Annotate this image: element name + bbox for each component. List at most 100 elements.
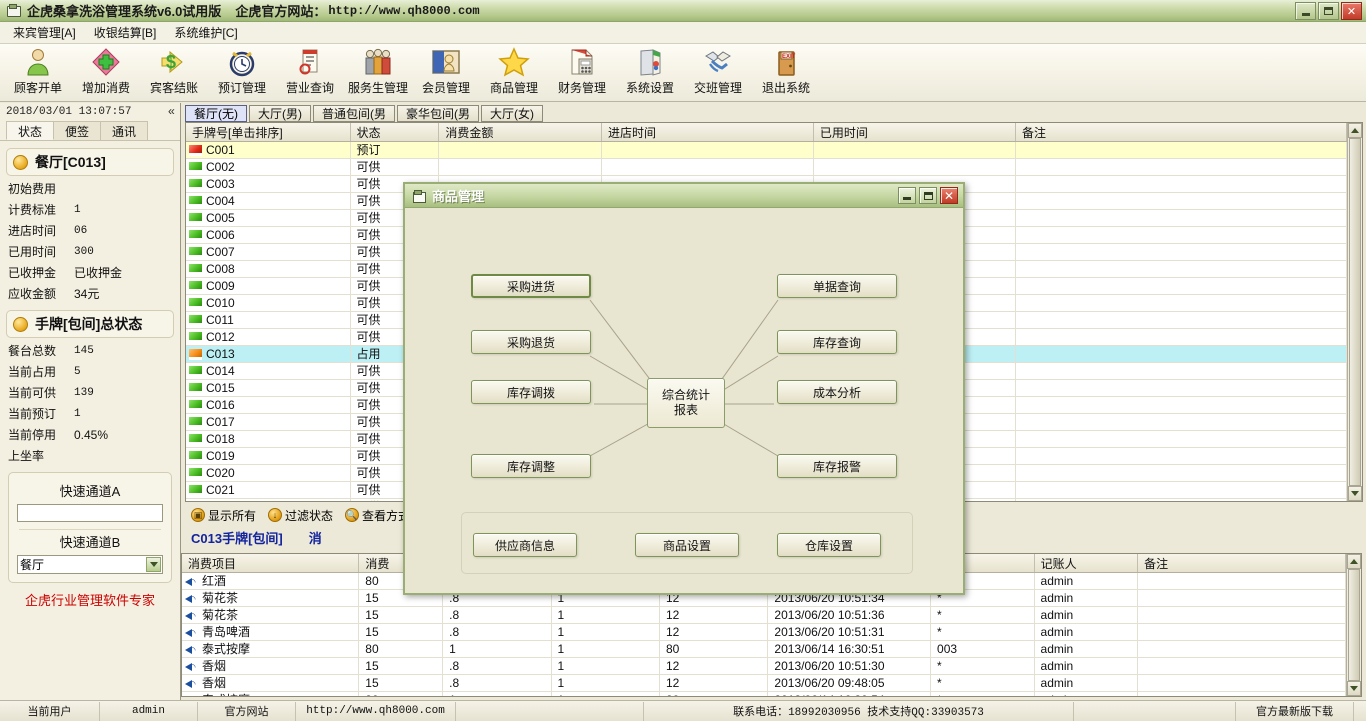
dialog-maximize-button[interactable]: [919, 187, 937, 204]
detail-row[interactable]: 菊花茶 15.81122013/06/20 10:51:36*admin: [182, 606, 1346, 624]
toolbar-button-label: 退出系统: [761, 81, 810, 95]
statusbar-cell-7[interactable]: 官方最新版下载: [1236, 701, 1354, 721]
hub-report-button[interactable]: 综合统计 报表: [647, 378, 725, 428]
detail-col-header-7[interactable]: 记账人: [1035, 554, 1139, 572]
dialog-right-button-0[interactable]: 单据查询: [777, 274, 897, 298]
room-status-flag-icon: [189, 280, 202, 292]
room-col-header-2[interactable]: 消费金额: [439, 123, 603, 141]
exit-door-icon: EXIT: [770, 46, 802, 78]
sidebar-tab-notes[interactable]: 便签: [53, 121, 102, 140]
detail-scroll-down-icon[interactable]: [1347, 681, 1361, 696]
dialog-close-button[interactable]: ✕: [940, 187, 958, 204]
sidebar-tab-comm[interactable]: 通讯: [100, 121, 149, 140]
collapse-sidebar-icon[interactable]: «: [168, 105, 175, 119]
scroll-thumb[interactable]: [1349, 138, 1361, 486]
speaker-icon: [185, 693, 198, 697]
scroll-up-icon[interactable]: [1348, 123, 1362, 138]
room-note: [1016, 464, 1347, 482]
dialog-bottom-button-1[interactable]: 商品设置: [635, 533, 739, 557]
toolbar-button-exit-door[interactable]: EXIT 退出系统: [752, 44, 820, 100]
menu-item-cashier[interactable]: 收银结算[B]: [85, 22, 166, 43]
fast-lane-b-select[interactable]: 餐厅大厅(男)普通包间(男)豪华包间(男)大厅(女): [17, 555, 163, 574]
room-col-header-0[interactable]: 手牌号[单击排序]: [186, 123, 351, 141]
dialog-bottom-button-2[interactable]: 仓库设置: [777, 533, 881, 557]
dialog-right-button-1[interactable]: 库存查询: [777, 330, 897, 354]
total-field-row: 当前可供 139: [0, 382, 180, 403]
filter-view-mode[interactable]: 🔍 查看方式: [345, 507, 410, 524]
speaker-icon: [185, 642, 198, 658]
restore-button[interactable]: [1318, 2, 1339, 20]
toolbar-button-people-group[interactable]: 服务生管理: [344, 44, 412, 100]
detail-total: 12: [660, 606, 769, 624]
detail-scroll-thumb[interactable]: [1348, 569, 1360, 681]
dialog-left-button-3[interactable]: 库存调整: [471, 454, 591, 478]
room-col-header-4[interactable]: 已用时间: [814, 123, 1016, 141]
toolbar-button-add-plus[interactable]: 增加消费: [72, 44, 140, 100]
fast-lane-a-input[interactable]: [17, 504, 163, 522]
detail-row[interactable]: 泰式按摩8011802013/06/14 16:30:51003admin: [182, 640, 1346, 658]
toolbar-button-dollar-arrow[interactable]: $ 宾客结账: [140, 44, 208, 100]
detail-time: 2013/06/20 10:51:31: [768, 623, 932, 641]
toolbar-button-document-search[interactable]: 营业查询: [276, 44, 344, 100]
room-status-flag-icon: [189, 212, 202, 224]
dialog-bottom-button-0[interactable]: 供应商信息: [473, 533, 577, 557]
toolbar-button-star[interactable]: 商品管理: [480, 44, 548, 100]
menu-item-guest[interactable]: 来宾管理[A]: [4, 22, 85, 43]
minimize-button[interactable]: [1295, 2, 1316, 20]
room-note: [1016, 345, 1347, 363]
detail-row[interactable]: 香烟 15.81122013/06/20 10:51:30*admin: [182, 657, 1346, 675]
toolbar-button-handshake[interactable]: 交班管理: [684, 44, 752, 100]
room-id: C017: [206, 415, 235, 429]
detail-scroll-up-icon[interactable]: [1347, 554, 1361, 569]
room-tab-0[interactable]: 餐厅(无): [185, 105, 247, 122]
detail-col-header-0[interactable]: 消费项目: [182, 554, 360, 572]
detail-row[interactable]: 泰式按摩8011802013/06/14 16:30:54*admin: [182, 691, 1346, 697]
room-note: [1016, 379, 1347, 397]
room-grid-scrollbar[interactable]: [1347, 123, 1362, 501]
room-col-header-3[interactable]: 进店时间: [602, 123, 814, 141]
room-tab-1[interactable]: 大厅(男): [249, 105, 311, 122]
room-type-tabs: 餐厅(无) 大厅(男) 普通包间(男 豪华包间(男 大厅(女): [181, 103, 1366, 122]
room-col-header-1[interactable]: 状态: [351, 123, 440, 141]
detail-note: [1138, 640, 1346, 658]
filter-show-all[interactable]: ▣ 显示所有: [191, 507, 256, 524]
toolbar-button-label: 宾客结账: [149, 81, 198, 95]
menu-bar: 来宾管理[A] 收银结算[B] 系统维护[C]: [0, 22, 1366, 44]
sidebar-tab-status[interactable]: 状态: [6, 121, 55, 140]
room-col-header-5[interactable]: 备注: [1016, 123, 1347, 141]
room-row[interactable]: C001 预订: [186, 142, 1347, 159]
dialog-right-button-2[interactable]: 成本分析: [777, 380, 897, 404]
total-field-key: 上坐率: [8, 449, 45, 463]
menu-item-system[interactable]: 系统维护[C]: [165, 22, 246, 43]
calculator-icon: [566, 46, 598, 78]
detail-row[interactable]: 青岛啤酒 15.81122013/06/20 10:51:31*admin: [182, 623, 1346, 641]
room-tab-3[interactable]: 豪华包间(男: [397, 105, 479, 122]
room-note: [1016, 277, 1347, 295]
window-controls: ✕: [1295, 2, 1362, 20]
detail-col-header-8[interactable]: 备注: [1138, 554, 1346, 572]
dialog-left-button-0[interactable]: 采购进货: [471, 274, 591, 298]
dialog-left-button-2[interactable]: 库存调拨: [471, 380, 591, 404]
dialog-minimize-button[interactable]: [898, 187, 916, 204]
detail-row[interactable]: 香烟 15.81122013/06/20 09:48:05*admin: [182, 674, 1346, 692]
room-status: 可供: [351, 158, 440, 176]
close-button[interactable]: ✕: [1341, 2, 1362, 20]
detail-time: 2013/06/20 10:51:36: [768, 606, 932, 624]
filter-filter[interactable]: ↓ 过滤状态: [268, 507, 333, 524]
detail-qty: 1: [552, 623, 660, 641]
dialog-right-button-3[interactable]: 库存报警: [777, 454, 897, 478]
dialog-folder-icon: [412, 189, 426, 203]
room-tab-2[interactable]: 普通包间(男: [313, 105, 395, 122]
room-tab-4[interactable]: 大厅(女): [481, 105, 543, 122]
room-row[interactable]: C002 可供: [186, 158, 1347, 176]
toolbar-button-settings-book[interactable]: 系统设置: [616, 44, 684, 100]
dialog-titlebar[interactable]: 商品管理 ✕: [405, 184, 963, 208]
room-id: C015: [206, 381, 235, 395]
scroll-down-icon[interactable]: [1348, 486, 1362, 501]
toolbar-button-person[interactable]: 顾客开单: [4, 44, 72, 100]
toolbar-button-member-card[interactable]: 会员管理: [412, 44, 480, 100]
dialog-left-button-1[interactable]: 采购退货: [471, 330, 591, 354]
toolbar-button-alarm-clock[interactable]: 预订管理: [208, 44, 276, 100]
toolbar-button-calculator[interactable]: 财务管理: [548, 44, 616, 100]
detail-grid-scrollbar[interactable]: [1346, 554, 1361, 696]
